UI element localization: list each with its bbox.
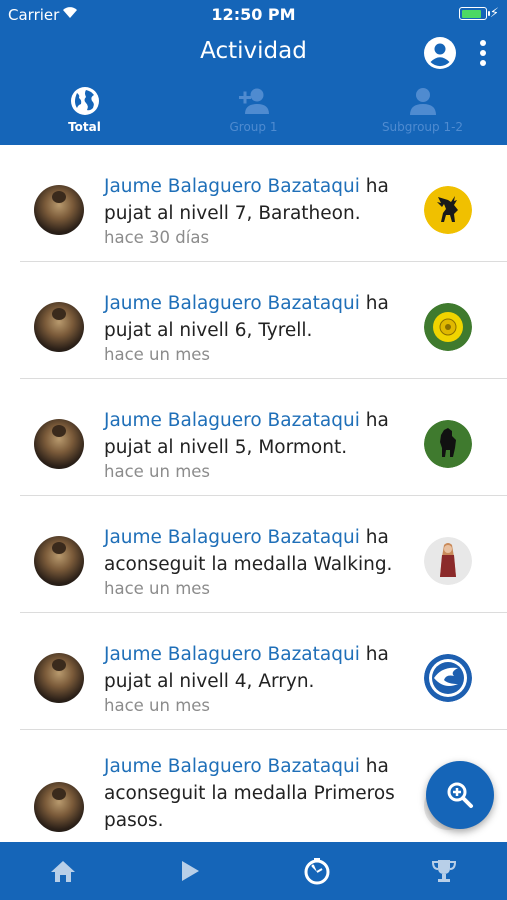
nav-play[interactable] [127,842,253,900]
stopwatch-icon [304,858,330,885]
activity-feed[interactable]: Jaume Balaguero Bazataqui ha pujat al ni… [0,145,507,842]
play-icon [182,861,199,881]
avatar [34,302,84,352]
trophy-icon [431,860,457,882]
activity-text: Jaume Balaguero Bazataqui ha pujat al ni… [104,290,404,344]
profile-button[interactable] [424,37,456,69]
list-item[interactable]: Jaume Balaguero Bazataqui ha pujat al ni… [0,145,507,262]
add-person-icon [238,88,269,114]
baratheon-stag-icon [424,186,472,234]
nav-timer[interactable] [254,842,380,900]
user-link[interactable]: Jaume Balaguero Bazataqui [104,644,360,665]
user-link[interactable]: Jaume Balaguero Bazataqui [104,410,360,431]
status-bar: Carrier 12:50 PM ⚡ [0,0,507,28]
arryn-falcon-icon [424,654,472,702]
tab-bar: Total Group 1 Subgroup 1-2 [0,84,507,145]
tab-group-1[interactable]: Group 1 [169,84,338,145]
home-icon [51,861,75,882]
avatar [34,782,84,832]
tab-subgroup-1-2[interactable]: Subgroup 1-2 [338,84,507,145]
tab-label: Subgroup 1-2 [381,120,464,134]
more-options-button[interactable] [474,38,492,68]
avatar [34,653,84,703]
nav-trophy[interactable] [381,842,507,900]
timestamp: hace 30 días [104,228,210,247]
activity-text: Jaume Balaguero Bazataqui ha aconseguit … [104,753,404,834]
tab-label: Group 1 [229,120,278,134]
list-item[interactable]: Jaume Balaguero Bazataqui ha pujat al ni… [0,613,507,730]
avatar [34,185,84,235]
battery-icon [459,7,490,20]
person-icon [409,88,436,115]
charging-icon: ⚡ [489,5,499,20]
walking-figure-icon [424,537,472,585]
user-link[interactable]: Jaume Balaguero Bazataqui [104,176,360,197]
user-link[interactable]: Jaume Balaguero Bazataqui [104,756,360,777]
tyrell-rose-icon [424,303,472,351]
zoom-in-icon [447,782,473,808]
zoom-in-button[interactable] [426,761,494,829]
user-link[interactable]: Jaume Balaguero Bazataqui [104,293,360,314]
timestamp: hace un mes [104,345,211,364]
avatar [34,419,84,469]
timestamp: hace un mes [104,579,211,598]
activity-text: Jaume Balaguero Bazataqui ha pujat al ni… [104,641,404,695]
mormont-bear-icon [424,420,472,468]
activity-text: Jaume Balaguero Bazataqui ha pujat al ni… [104,407,404,461]
avatar [34,536,84,586]
globe-icon [70,87,99,115]
status-time: 12:50 PM [211,5,296,24]
nav-home[interactable] [0,842,126,900]
list-item[interactable]: Jaume Balaguero Bazataqui ha pujat al ni… [0,262,507,379]
tab-total[interactable]: Total [0,84,169,145]
activity-text: Jaume Balaguero Bazataqui ha aconseguit … [104,524,404,578]
user-link[interactable]: Jaume Balaguero Bazataqui [104,527,360,548]
tab-label: Total [68,120,101,134]
bottom-navigation [0,842,507,900]
list-item[interactable]: Jaume Balaguero Bazataqui ha pujat al ni… [0,379,507,496]
activity-text: Jaume Balaguero Bazataqui ha pujat al ni… [104,173,404,227]
timestamp: hace un mes [104,696,211,715]
list-item[interactable]: Jaume Balaguero Bazataqui ha aconseguit … [0,496,507,613]
timestamp: hace un mes [104,462,211,481]
app-header: Carrier 12:50 PM ⚡ Actividad Total Group… [0,0,507,145]
